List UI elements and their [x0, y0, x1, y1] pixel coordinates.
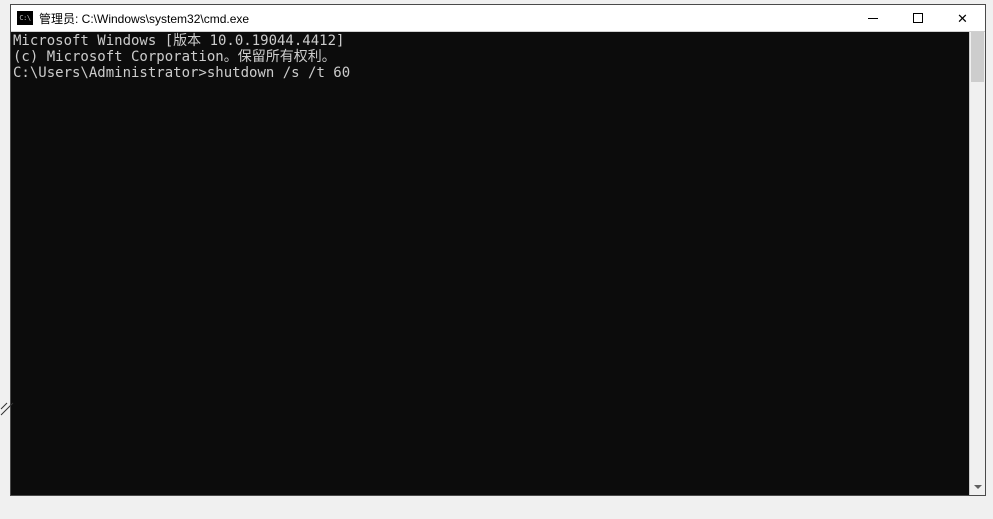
cmd-window: C:\ 管理员: C:\Windows\system32\cmd.exe ✕ M… — [10, 4, 986, 496]
minimize-button[interactable] — [850, 5, 895, 31]
terminal-line: (c) Microsoft Corporation。保留所有权利。 — [13, 49, 967, 65]
maximize-button[interactable] — [895, 5, 940, 31]
terminal-area: Microsoft Windows [版本 10.0.19044.4412](c… — [11, 32, 985, 495]
close-button[interactable]: ✕ — [940, 5, 985, 31]
prompt-line: C:\Users\Administrator>shutdown /s /t 60 — [13, 65, 967, 81]
prompt: C:\Users\Administrator> — [13, 65, 207, 81]
window-title: 管理员: C:\Windows\system32\cmd.exe — [39, 10, 850, 27]
scrollbar-thumb[interactable] — [971, 32, 984, 82]
terminal-content[interactable]: Microsoft Windows [版本 10.0.19044.4412](c… — [11, 32, 969, 495]
maximize-icon — [913, 13, 923, 23]
titlebar[interactable]: C:\ 管理员: C:\Windows\system32\cmd.exe ✕ — [11, 5, 985, 32]
close-icon: ✕ — [957, 12, 968, 25]
cmd-icon: C:\ — [17, 11, 33, 25]
minimize-icon — [868, 18, 878, 19]
window-controls: ✕ — [850, 5, 985, 31]
scrollbar-arrow-down[interactable] — [970, 479, 985, 495]
vertical-scrollbar[interactable] — [969, 32, 985, 495]
terminal-line: Microsoft Windows [版本 10.0.19044.4412] — [13, 33, 967, 49]
command-input[interactable]: shutdown /s /t 60 — [207, 65, 350, 81]
chevron-down-icon — [974, 485, 982, 489]
